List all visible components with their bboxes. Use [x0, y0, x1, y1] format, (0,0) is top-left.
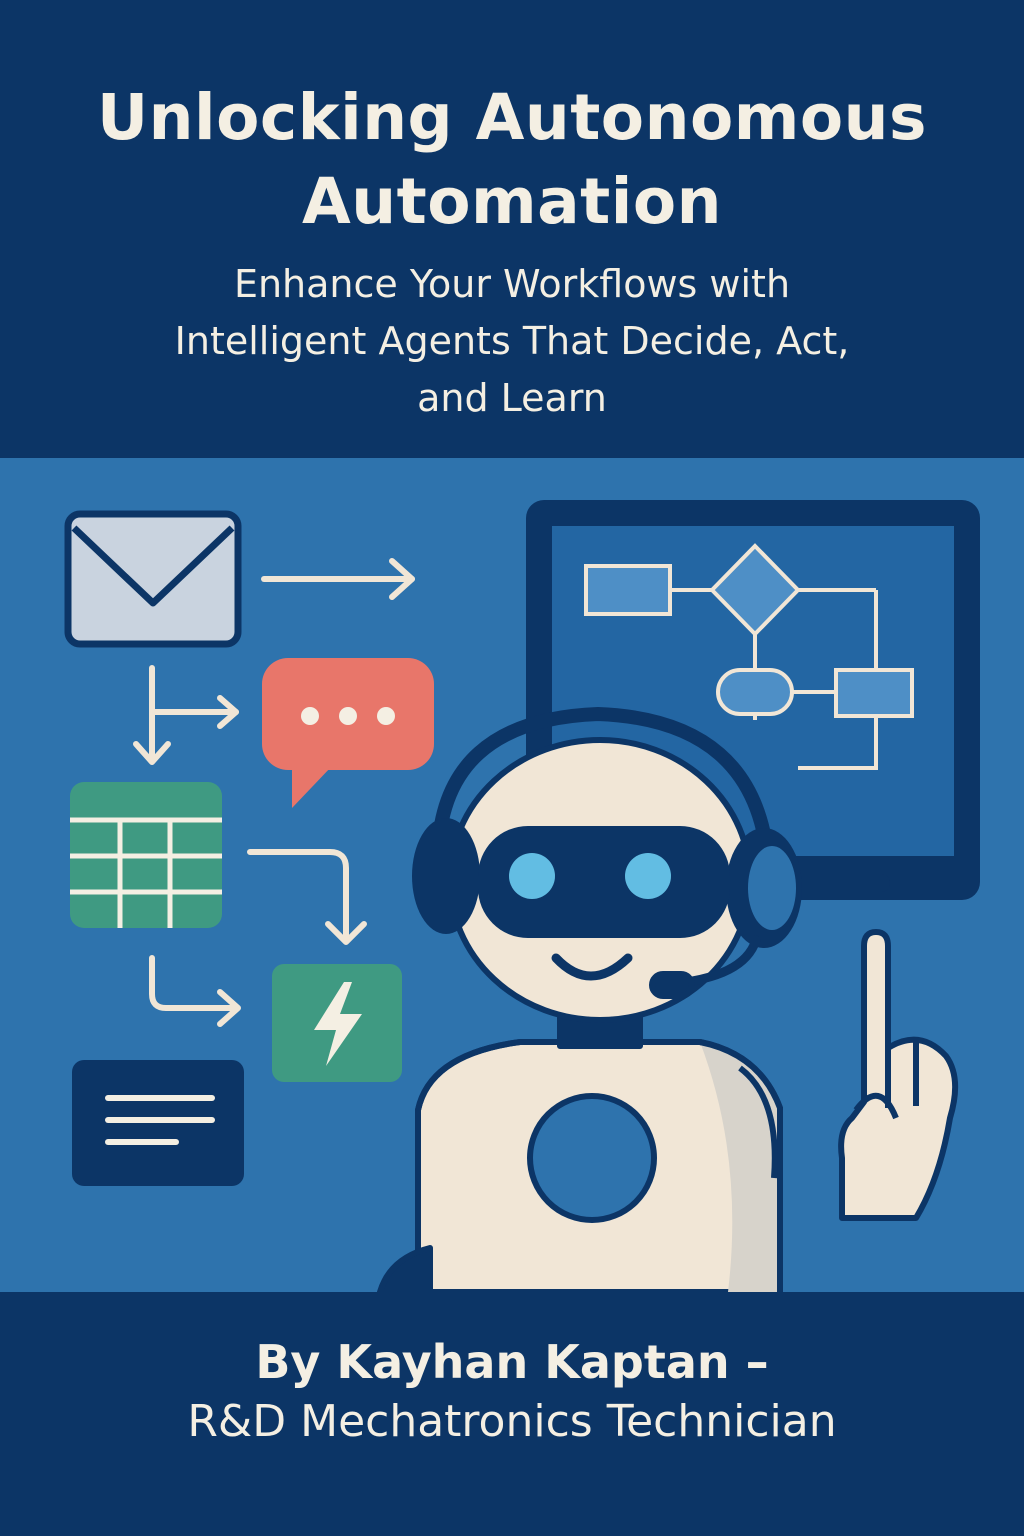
chat-bubble-icon: [262, 658, 434, 808]
title-block: Unlocking Autonomous Automation Enhance …: [0, 0, 1024, 458]
corner-arrow-icon: [149, 955, 241, 1027]
document-card-icon: [72, 1060, 244, 1186]
book-title: Unlocking Autonomous Automation: [96, 81, 927, 238]
book-subtitle: Enhance Your Workflows with Intelligent …: [80, 256, 944, 427]
subtitle-line: Intelligent Agents That Decide, Act,: [174, 319, 850, 363]
arrow-right-icon: [261, 558, 415, 600]
illustration-svg: [64, 500, 980, 1292]
branch-arrow-icon: [133, 665, 239, 765]
subtitle-line: Enhance Your Workflows with: [233, 262, 791, 306]
curved-arrow-icon: [247, 849, 367, 945]
subtitle-line: and Learn: [417, 376, 607, 420]
envelope-icon: [64, 510, 242, 648]
book-cover: Unlocking Autonomous Automation Enhance …: [0, 0, 1024, 1536]
spreadsheet-icon: [70, 782, 222, 928]
lightning-bolt-icon: [272, 964, 402, 1082]
author-name: By Kayhan Kaptan –: [255, 1335, 769, 1389]
cover-illustration: [0, 458, 1024, 1292]
author-role: R&D Mechatronics Technician: [187, 1396, 837, 1447]
author-block: By Kayhan Kaptan – R&D Mechatronics Tech…: [0, 1292, 1024, 1536]
